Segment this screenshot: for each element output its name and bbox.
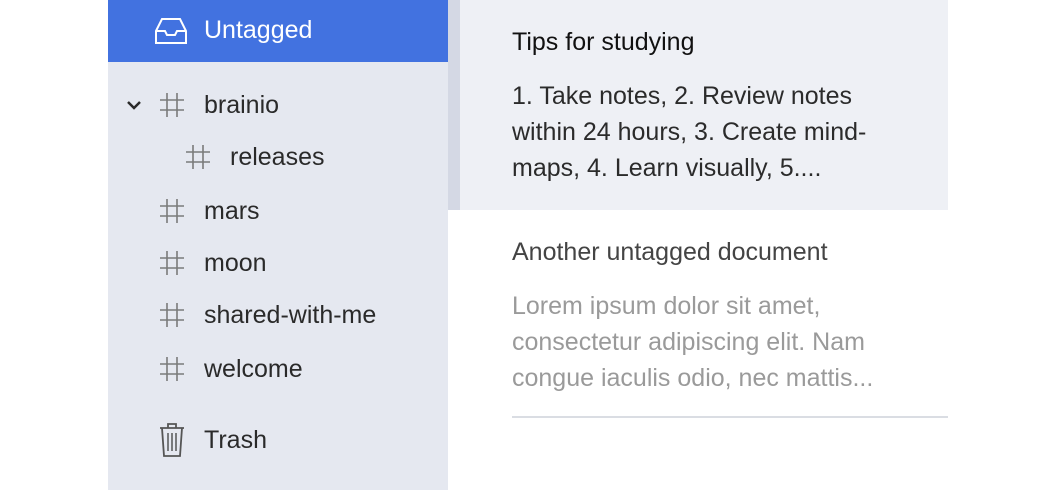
document-preview: Lorem ipsum dolor sit amet, consectetur … <box>512 292 874 392</box>
sidebar-item-releases[interactable]: releases <box>108 131 448 183</box>
hash-icon <box>158 249 186 277</box>
sidebar-item-trash[interactable]: Trash <box>108 414 448 466</box>
document-card[interactable]: Another untagged document Lorem ipsum do… <box>460 210 948 420</box>
sidebar-item-brainio[interactable]: brainio <box>108 79 448 131</box>
document-list: Tips for studying 1. Take notes, 2. Revi… <box>460 0 948 490</box>
sidebar-item-label: releases <box>230 143 325 171</box>
sidebar-item-label: mars <box>204 197 260 225</box>
tag-sidebar: Untagged brainio releases mars moon shar… <box>108 0 448 490</box>
sidebar-item-untagged[interactable]: Untagged <box>108 0 448 62</box>
chevron-down-icon[interactable] <box>124 95 144 115</box>
sidebar-item-label: shared-with-me <box>204 301 377 329</box>
hash-icon <box>184 143 212 171</box>
sidebar-item-welcome[interactable]: welcome <box>108 343 448 395</box>
sidebar-item-label: welcome <box>204 355 303 383</box>
document-separator <box>512 416 948 418</box>
hash-icon <box>158 301 186 329</box>
sidebar-item-label: Trash <box>204 426 267 454</box>
hash-icon <box>158 197 186 225</box>
hash-icon <box>158 91 186 119</box>
document-preview: 1. Take notes, 2. Review notes within 24… <box>512 82 867 182</box>
document-card[interactable]: Tips for studying 1. Take notes, 2. Revi… <box>460 0 948 210</box>
document-title: Tips for studying <box>512 28 695 56</box>
sidebar-item-mars[interactable]: mars <box>108 185 448 237</box>
panel-divider <box>448 0 460 210</box>
sidebar-item-moon[interactable]: moon <box>108 237 448 289</box>
sidebar-item-label: brainio <box>204 91 280 119</box>
sidebar-item-label: Untagged <box>204 16 313 44</box>
sidebar-item-shared-with-me[interactable]: shared-with-me <box>108 289 448 341</box>
sidebar-item-label: moon <box>204 249 267 277</box>
inbox-icon <box>154 17 188 45</box>
trash-icon <box>158 422 186 458</box>
hash-icon <box>158 355 186 383</box>
document-title: Another untagged document <box>512 238 828 266</box>
